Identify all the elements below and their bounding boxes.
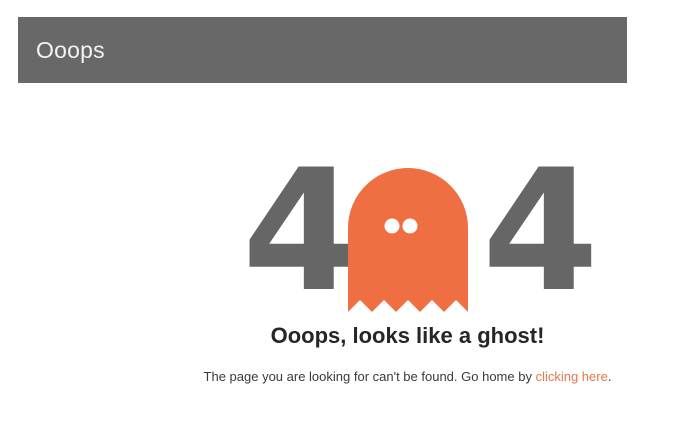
page-title: Ooops [36,37,105,63]
home-link[interactable]: clicking here [536,369,608,384]
ghost-eye-left [384,218,400,234]
ghost-icon [348,168,468,312]
error-404-graphic: 4 4 [238,147,599,315]
ghost-eye-right [402,218,418,234]
message-prefix: The page you are looking for can't be fo… [203,369,536,384]
ghost-body [348,168,468,312]
message-suffix: . [607,369,612,384]
error-message: The page you are looking for can't be fo… [0,369,700,384]
header-bar: Ooops [18,17,627,83]
error-headline: Ooops, looks like a ghost! [270,323,545,348]
digit-four-left: 4 [242,133,359,329]
digit-four-right: 4 [482,133,599,329]
